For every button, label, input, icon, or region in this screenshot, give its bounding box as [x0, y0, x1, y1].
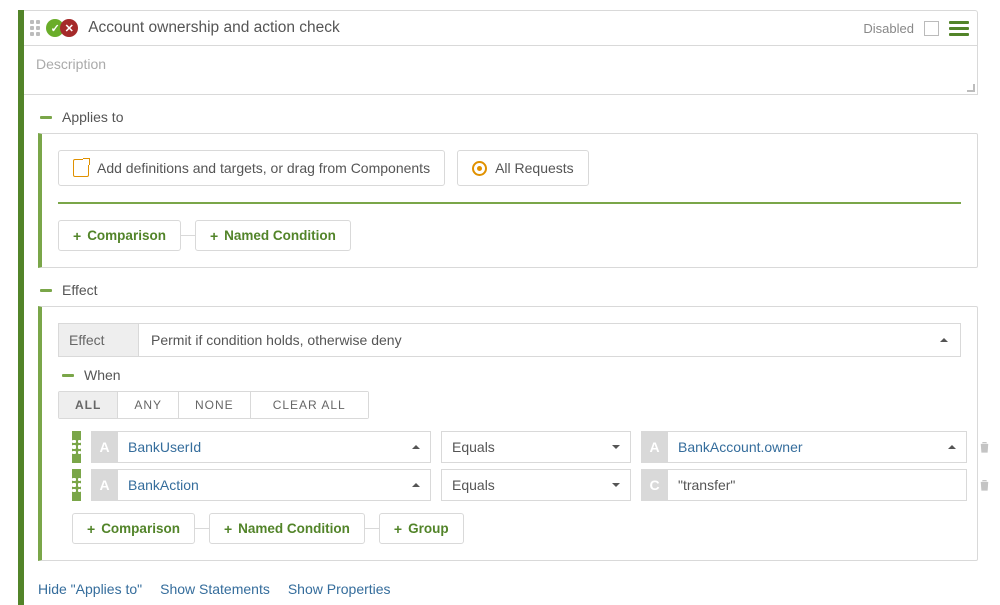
collapse-toggle-icon[interactable]: [40, 289, 52, 292]
deny-icon: ✕: [60, 19, 78, 37]
button-connector: [365, 528, 379, 529]
attribute-type-badge: A: [92, 470, 118, 500]
caret-up-icon: [412, 445, 420, 449]
when-label: When: [84, 367, 121, 383]
condition-left-field[interactable]: A BankAction: [91, 469, 431, 501]
tab-none[interactable]: NONE: [179, 392, 251, 418]
add-named-condition-button[interactable]: + Named Condition: [195, 220, 351, 251]
delete-condition-button[interactable]: [977, 469, 992, 501]
button-connector: [195, 528, 209, 529]
effect-section-title: Effect: [62, 282, 98, 298]
tab-all[interactable]: ALL: [59, 392, 118, 418]
when-block: When ALL ANY NONE CLEAR ALL A: [58, 367, 961, 544]
add-named-condition-button[interactable]: + Named Condition: [209, 513, 365, 544]
condition-row: A BankAction Equals C "transfer": [72, 469, 961, 501]
effect-section: Effect Effect Permit if condition holds,…: [24, 282, 978, 561]
drag-handle-icon[interactable]: [30, 20, 40, 36]
caret-down-icon: [612, 445, 620, 449]
caret-up-icon: [948, 445, 956, 449]
delete-condition-button[interactable]: [977, 431, 992, 463]
collapse-toggle-icon[interactable]: [40, 116, 52, 119]
constant-type-badge: C: [642, 470, 668, 500]
hide-applies-to-link[interactable]: Hide "Applies to": [38, 581, 142, 597]
section-divider: [58, 202, 961, 204]
plus-icon: +: [394, 522, 402, 536]
condition-row: A BankUserId Equals A BankAccount.own: [72, 431, 961, 463]
add-comparison-button[interactable]: + Comparison: [72, 513, 195, 544]
logic-tabs: ALL ANY NONE CLEAR ALL: [58, 391, 369, 419]
add-group-button[interactable]: + Group: [379, 513, 464, 544]
plus-icon: +: [73, 229, 81, 243]
document-icon: [73, 159, 89, 177]
definitions-dropzone[interactable]: Add definitions and targets, or drag fro…: [58, 150, 445, 186]
condition-operator-select[interactable]: Equals: [441, 469, 631, 501]
policy-title: Account ownership and action check: [88, 19, 340, 37]
applies-to-section: Applies to Add definitions and targets, …: [24, 109, 978, 268]
condition-operator-select[interactable]: Equals: [441, 431, 631, 463]
policy-header: ✓ ✕ Account ownership and action check D…: [24, 10, 978, 46]
condition-drag-handle[interactable]: [72, 431, 81, 463]
disabled-checkbox[interactable]: [924, 21, 939, 36]
description-input[interactable]: Description: [24, 46, 978, 95]
tab-clear-all[interactable]: CLEAR ALL: [251, 392, 368, 418]
condition-operator-value: Equals: [452, 477, 495, 493]
description-placeholder: Description: [36, 56, 106, 72]
target-icon: [472, 161, 487, 176]
effect-label: Effect: [59, 324, 139, 356]
condition-left-value: BankAction: [128, 477, 199, 493]
footer-links: Hide "Applies to" Show Statements Show P…: [24, 581, 978, 597]
all-requests-label: All Requests: [495, 160, 574, 176]
condition-left-value: BankUserId: [128, 439, 201, 455]
disabled-label: Disabled: [863, 21, 914, 36]
effect-select[interactable]: Permit if condition holds, otherwise den…: [139, 324, 960, 356]
condition-right-value: BankAccount.owner: [678, 439, 803, 455]
condition-right-field[interactable]: A BankAccount.owner: [641, 431, 967, 463]
caret-down-icon: [612, 483, 620, 487]
caret-up-icon: [412, 483, 420, 487]
condition-operator-value: Equals: [452, 439, 495, 455]
add-comparison-button[interactable]: + Comparison: [58, 220, 181, 251]
condition-right-value: "transfer": [678, 477, 735, 493]
definitions-drop-hint: Add definitions and targets, or drag fro…: [97, 160, 430, 176]
show-properties-link[interactable]: Show Properties: [288, 581, 391, 597]
all-requests-button[interactable]: All Requests: [457, 150, 589, 186]
permit-deny-icon: ✓ ✕: [46, 19, 78, 37]
effect-selected-value: Permit if condition holds, otherwise den…: [151, 332, 402, 348]
plus-icon: +: [210, 229, 218, 243]
plus-icon: +: [87, 522, 95, 536]
attribute-type-badge: A: [92, 432, 118, 462]
effect-select-row: Effect Permit if condition holds, otherw…: [58, 323, 961, 357]
policy-menu-button[interactable]: [949, 21, 969, 36]
collapse-toggle-icon[interactable]: [62, 374, 74, 377]
attribute-type-badge: A: [642, 432, 668, 462]
show-statements-link[interactable]: Show Statements: [160, 581, 270, 597]
condition-drag-handle[interactable]: [72, 469, 81, 501]
resize-handle-icon[interactable]: [963, 80, 975, 92]
button-connector: [181, 235, 195, 236]
plus-icon: +: [224, 522, 232, 536]
policy-block: ✓ ✕ Account ownership and action check D…: [18, 10, 978, 605]
applies-to-title: Applies to: [62, 109, 123, 125]
condition-left-field[interactable]: A BankUserId: [91, 431, 431, 463]
caret-up-icon: [940, 338, 948, 342]
tab-any[interactable]: ANY: [118, 392, 179, 418]
condition-right-field[interactable]: C "transfer": [641, 469, 967, 501]
